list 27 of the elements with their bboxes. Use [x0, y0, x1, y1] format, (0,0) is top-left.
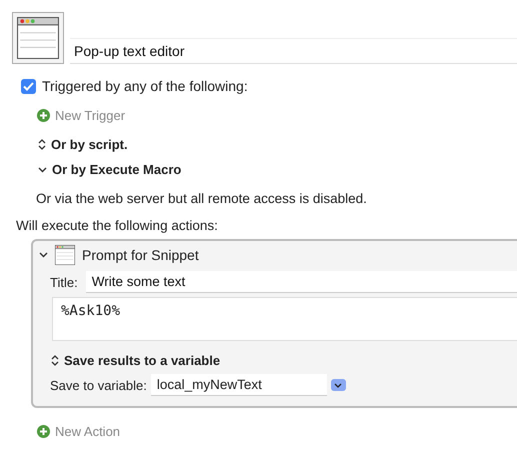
- variable-field[interactable]: local_myNewText: [150, 374, 327, 396]
- title-field[interactable]: Write some text: [86, 271, 517, 293]
- up-down-chevron-icon[interactable]: [51, 355, 59, 366]
- new-trigger-link[interactable]: New Trigger: [55, 108, 126, 123]
- chevron-down-icon[interactable]: [39, 252, 48, 258]
- macro-icon-well[interactable]: [12, 12, 64, 64]
- macro-name-field[interactable]: Pop-up text editor: [70, 38, 517, 64]
- checkbox[interactable]: [21, 78, 36, 94]
- window-icon: [54, 245, 76, 265]
- section-header[interactable]: Or by script.: [51, 137, 128, 152]
- field-label: Title:: [50, 274, 78, 290]
- dropdown-button[interactable]: [330, 379, 346, 391]
- text-area[interactable]: %Ask10%: [52, 297, 517, 341]
- new-action-link[interactable]: New Action: [55, 424, 120, 439]
- plus-icon[interactable]: [37, 425, 50, 438]
- action-title: Prompt for Snippet: [82, 247, 199, 263]
- section-header[interactable]: Save results to a variable: [64, 353, 220, 368]
- up-down-chevron-icon[interactable]: [38, 139, 46, 150]
- checkbox-label: Triggered by any of the following:: [42, 78, 248, 94]
- actions-heading: Will execute the following actions:: [15, 217, 219, 233]
- field-label: Save to variable:: [50, 378, 147, 392]
- window-icon: [17, 17, 59, 59]
- section-header[interactable]: Or by Execute Macro: [52, 162, 182, 177]
- plus-icon[interactable]: [37, 109, 50, 122]
- chevron-down-icon: [334, 382, 342, 388]
- chevron-down-icon[interactable]: [38, 166, 47, 172]
- web-server-note: Or via the web server but all remote access is disabled.: [35, 190, 368, 206]
